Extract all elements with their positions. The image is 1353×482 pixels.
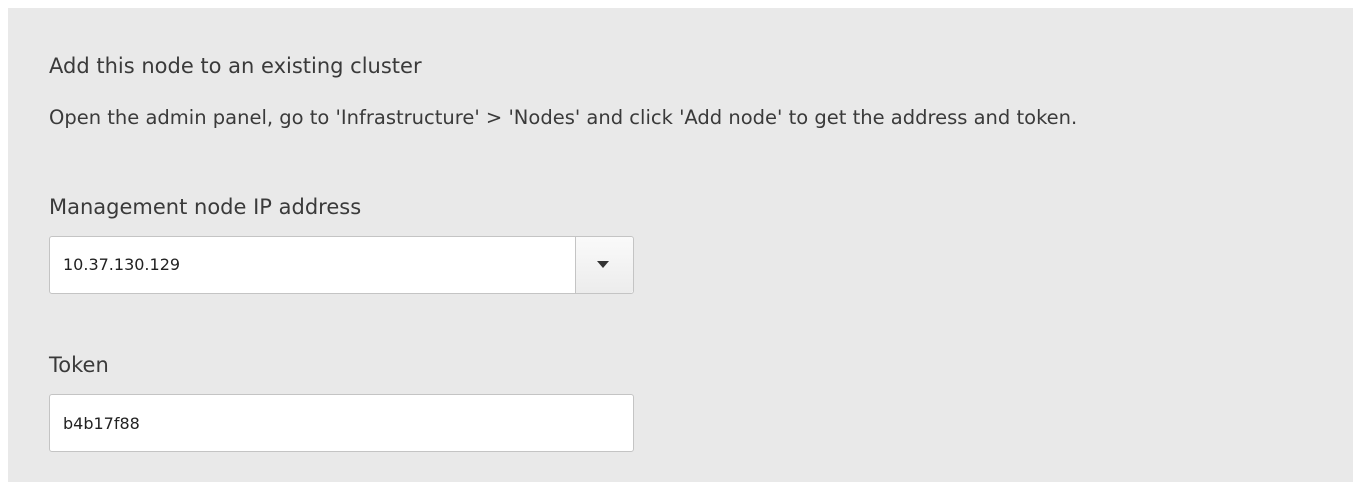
token-input[interactable] bbox=[49, 394, 634, 452]
section-title: Add this node to an existing cluster bbox=[49, 54, 422, 78]
management-ip-label: Management node IP address bbox=[49, 195, 362, 219]
token-label: Token bbox=[49, 353, 109, 377]
join-cluster-panel: Add this node to an existing cluster Ope… bbox=[8, 8, 1353, 482]
management-ip-value: 10.37.130.129 bbox=[63, 255, 181, 274]
chevron-down-icon bbox=[597, 261, 609, 268]
management-ip-select[interactable]: 10.37.130.129 bbox=[49, 236, 634, 294]
section-instructions: Open the admin panel, go to 'Infrastruct… bbox=[49, 106, 1078, 129]
management-ip-dropdown-button[interactable] bbox=[575, 237, 633, 293]
